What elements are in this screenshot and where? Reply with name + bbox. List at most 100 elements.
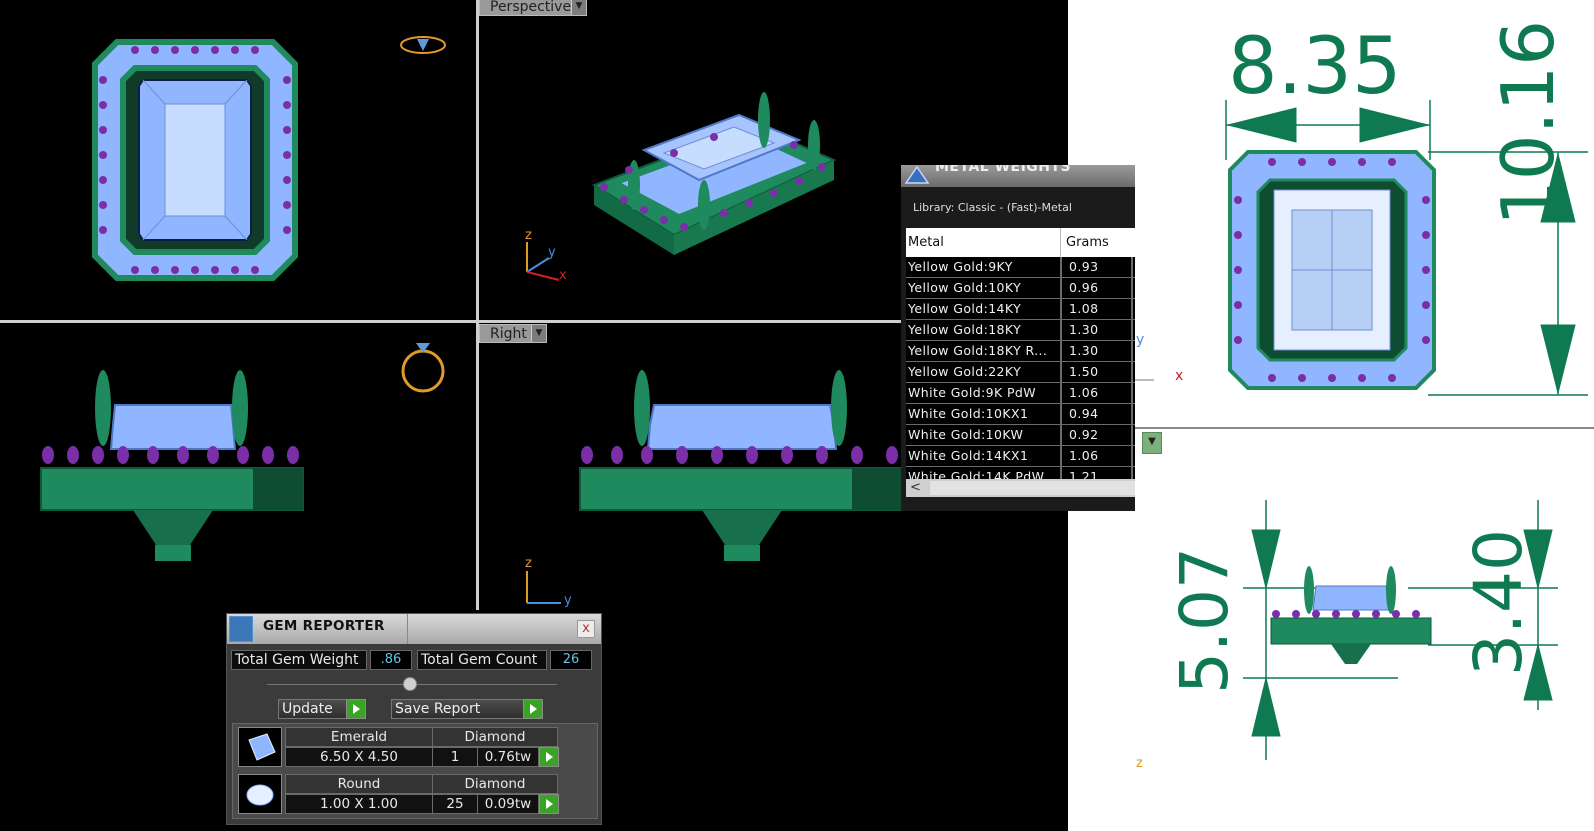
chevron-down-icon[interactable]: ▼ bbox=[531, 325, 546, 342]
scrollbar-thumb[interactable] bbox=[930, 481, 1135, 495]
metal-weights-titlebar[interactable]: METAL WEIGHTS bbox=[901, 165, 1135, 187]
right-view-menu[interactable]: Right ▼ bbox=[479, 324, 547, 343]
total-gem-weight-label: Total Gem Weight bbox=[231, 650, 367, 670]
metal-grams: 0.92 bbox=[1069, 427, 1099, 442]
update-button[interactable]: Update bbox=[278, 699, 366, 719]
column-divider bbox=[1060, 404, 1062, 424]
save-report-button[interactable]: Save Report bbox=[391, 699, 543, 719]
axis-x-label: x bbox=[1175, 368, 1184, 384]
save-report-label: Save Report bbox=[395, 701, 481, 717]
axis-y-label: y bbox=[548, 245, 556, 260]
play-arrow-icon[interactable] bbox=[539, 794, 559, 814]
column-divider bbox=[1060, 278, 1062, 298]
gem-material: Diamond bbox=[432, 774, 558, 794]
column-divider bbox=[1131, 341, 1133, 361]
gem-weight: 0.76tw bbox=[477, 747, 539, 767]
gem-size: 6.50 X 4.50 bbox=[285, 747, 433, 767]
table-row[interactable]: White Gold:14KX1 1.06 bbox=[906, 446, 1135, 467]
column-divider bbox=[1060, 257, 1062, 277]
column-header-metal[interactable]: Metal bbox=[908, 235, 944, 250]
metal-name: White Gold:10KW bbox=[908, 427, 1024, 442]
metal-name: Yellow Gold:9KY bbox=[908, 259, 1013, 274]
table-row[interactable]: Yellow Gold:14KY 1.08 bbox=[906, 299, 1135, 320]
axis-z-label: z bbox=[525, 228, 532, 243]
axis-x-label: x bbox=[559, 268, 567, 283]
total-gem-weight-value: .86 bbox=[370, 650, 412, 670]
viewport-divider-vertical[interactable] bbox=[476, 0, 479, 610]
play-arrow-icon[interactable] bbox=[523, 699, 543, 719]
metal-name: Yellow Gold:10KY bbox=[908, 280, 1022, 295]
metal-library-label: Library: Classic - (Fast)-Metal bbox=[913, 201, 1072, 214]
gem-reporter-panel: GEM REPORTER x Total Gem Weight .86 Tota… bbox=[226, 613, 602, 825]
column-divider bbox=[1131, 257, 1133, 277]
metal-grams: 1.30 bbox=[1069, 343, 1099, 358]
metal-grams: 1.50 bbox=[1069, 364, 1099, 379]
axis-z-label: z bbox=[525, 556, 532, 571]
table-row[interactable]: Yellow Gold:22KY 1.50 bbox=[906, 362, 1135, 383]
metal-name: White Gold:9K PdW bbox=[908, 385, 1037, 400]
dimension-total-height: 5.07 bbox=[1166, 547, 1243, 694]
gem-reporter-icon bbox=[229, 616, 253, 642]
column-divider bbox=[1131, 320, 1133, 340]
metal-grams: 1.30 bbox=[1069, 322, 1099, 337]
ring-top-view bbox=[92, 36, 446, 281]
gem-count: 1 bbox=[432, 747, 478, 767]
metal-weights-table: Metal Grams Yellow Gold:9KY 0.93 Yellow G… bbox=[906, 228, 1135, 488]
gem-shape: Round bbox=[285, 774, 433, 794]
column-divider bbox=[1131, 299, 1133, 319]
chevron-down-icon[interactable]: ▼ bbox=[1142, 432, 1162, 454]
column-divider bbox=[1060, 446, 1062, 466]
metal-grams: 1.08 bbox=[1069, 301, 1099, 316]
play-arrow-icon[interactable] bbox=[539, 747, 559, 767]
metal-name: Yellow Gold:22KY bbox=[908, 364, 1022, 379]
right-view-label: Right bbox=[490, 326, 527, 342]
table-row[interactable]: Yellow Gold:10KY 0.96 bbox=[906, 278, 1135, 299]
viewport-top[interactable] bbox=[0, 0, 476, 320]
dimension-height: 10.16 bbox=[1486, 19, 1570, 226]
gem-list: Emerald Diamond 6.50 X 4.50 1 0.76tw Rou… bbox=[232, 723, 598, 819]
perspective-label: Perspective bbox=[490, 0, 572, 15]
table-row[interactable]: White Gold:10KX1 0.94 bbox=[906, 404, 1135, 425]
table-row[interactable]: Yellow Gold:18KY R... 1.30 bbox=[906, 341, 1135, 362]
metal-grams: 1.06 bbox=[1069, 448, 1099, 463]
table-row[interactable]: Yellow Gold:18KY 1.30 bbox=[906, 320, 1135, 341]
metal-name: White Gold:14KX1 bbox=[908, 448, 1029, 463]
metal-name: Yellow Gold:18KY R... bbox=[908, 343, 1048, 358]
column-divider bbox=[1131, 383, 1133, 403]
metal-weights-header: Metal Grams bbox=[906, 228, 1135, 257]
column-header-grams[interactable]: Grams bbox=[1066, 235, 1109, 250]
column-divider bbox=[1131, 404, 1133, 424]
metal-grams: 1.06 bbox=[1069, 385, 1099, 400]
scroll-left-icon[interactable]: < bbox=[910, 479, 921, 497]
table-row[interactable]: White Gold:10KW 0.92 bbox=[906, 425, 1135, 446]
gem-shape: Emerald bbox=[285, 727, 433, 747]
column-divider bbox=[1060, 425, 1062, 445]
emerald-cut-gem-icon[interactable] bbox=[238, 727, 282, 767]
metal-name: Yellow Gold:18KY bbox=[908, 322, 1022, 337]
gem-reporter-titlebar[interactable]: GEM REPORTER x bbox=[227, 614, 601, 644]
metal-weights-panel: METAL WEIGHTS Library: Classic - (Fast)-… bbox=[901, 165, 1135, 511]
column-divider bbox=[1060, 299, 1062, 319]
chevron-down-icon[interactable]: ▼ bbox=[571, 0, 586, 15]
round-gem-icon[interactable] bbox=[238, 774, 282, 814]
horizontal-scrollbar[interactable]: < bbox=[906, 479, 1135, 497]
play-arrow-icon[interactable] bbox=[346, 699, 366, 719]
metal-grams: 0.96 bbox=[1069, 280, 1099, 295]
table-row[interactable]: White Gold:9K PdW 1.06 bbox=[906, 383, 1135, 404]
axis-y-label: y bbox=[1136, 332, 1145, 348]
column-divider bbox=[1060, 383, 1062, 403]
splitter-handle[interactable] bbox=[403, 677, 417, 691]
total-gem-count-label: Total Gem Count bbox=[417, 650, 547, 670]
gem-material: Diamond bbox=[432, 727, 558, 747]
column-divider bbox=[1131, 362, 1133, 382]
metal-grams: 0.94 bbox=[1069, 406, 1099, 421]
update-label: Update bbox=[282, 701, 333, 717]
column-divider bbox=[1131, 425, 1133, 445]
dimension-width: 8.35 bbox=[1228, 22, 1402, 112]
table-row[interactable]: Yellow Gold:9KY 0.93 bbox=[906, 257, 1135, 278]
gem-weight: 0.09tw bbox=[477, 794, 539, 814]
column-divider bbox=[1060, 362, 1062, 382]
perspective-view-menu[interactable]: Perspective ▼ bbox=[479, 0, 587, 16]
column-divider bbox=[1060, 341, 1062, 361]
close-button[interactable]: x bbox=[577, 620, 595, 638]
